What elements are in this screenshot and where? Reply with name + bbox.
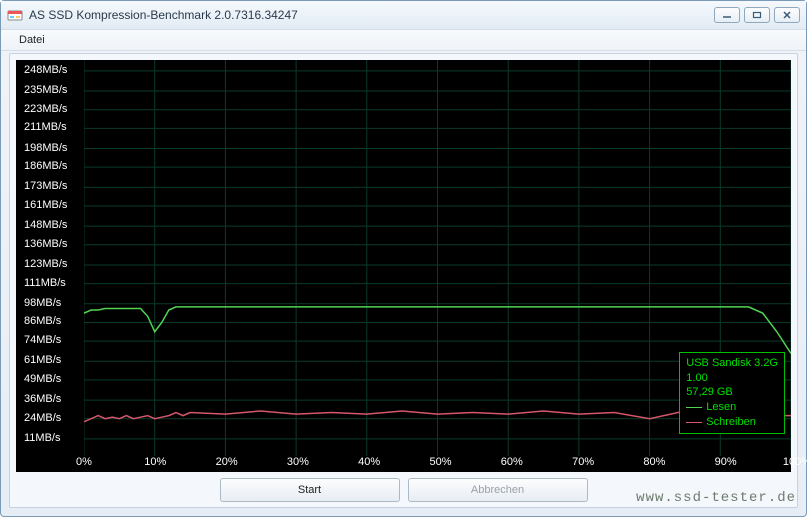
menu-datei[interactable]: Datei: [11, 32, 53, 48]
y-tick-label: 36MB/s: [24, 393, 61, 405]
y-tick-label: 136MB/s: [24, 238, 67, 250]
y-tick-label: 211MB/s: [24, 121, 67, 133]
app-window: AS SSD Kompression-Benchmark 2.0.7316.34…: [0, 0, 807, 517]
minimize-icon: [722, 11, 732, 19]
x-tick-label: 80%: [643, 456, 665, 468]
window-controls: [714, 7, 800, 23]
x-tick-label: 90%: [715, 456, 737, 468]
y-tick-label: 111MB/s: [24, 277, 66, 289]
y-tick-label: 86MB/s: [24, 315, 61, 327]
minimize-button[interactable]: [714, 7, 740, 23]
menubar: Datei: [1, 29, 806, 51]
titlebar: AS SSD Kompression-Benchmark 2.0.7316.34…: [1, 1, 806, 29]
close-button[interactable]: [774, 7, 800, 23]
y-tick-label: 173MB/s: [24, 180, 67, 192]
x-tick-label: 40%: [358, 456, 380, 468]
y-axis: 248MB/s 235MB/s 223MB/s 211MB/s 198MB/s 186MB…: [16, 60, 84, 456]
legend-write: Schreiben: [686, 415, 778, 430]
y-tick-label: 198MB/s: [24, 142, 67, 154]
legend-box: USB Sandisk 3.2G 1.00 57,29 GB Lesen Sch…: [679, 352, 785, 434]
x-tick-label: 30%: [287, 456, 309, 468]
y-tick-label: 123MB/s: [24, 258, 67, 270]
x-tick-label: 100%: [783, 456, 807, 468]
x-tick-label: 0%: [76, 456, 92, 468]
maximize-icon: [752, 11, 762, 19]
y-tick-label: 148MB/s: [24, 219, 67, 231]
close-icon: [782, 11, 792, 19]
legend-read-label: Lesen: [706, 401, 736, 413]
content-panel: 248MB/s 235MB/s 223MB/s 211MB/s 198MB/s 186MB…: [9, 53, 798, 508]
x-tick-label: 70%: [572, 456, 594, 468]
legend-size: 57,29 GB: [686, 385, 778, 400]
maximize-button[interactable]: [744, 7, 770, 23]
y-tick-label: 186MB/s: [24, 160, 67, 172]
y-tick-label: 61MB/s: [24, 354, 61, 366]
y-tick-label: 11MB/s: [24, 432, 60, 444]
x-tick-label: 20%: [216, 456, 238, 468]
y-tick-label: 161MB/s: [24, 199, 67, 211]
y-tick-label: 74MB/s: [24, 334, 61, 346]
legend-device: USB Sandisk 3.2G: [686, 356, 778, 371]
start-button[interactable]: Start: [220, 478, 400, 502]
window-title: AS SSD Kompression-Benchmark 2.0.7316.34…: [29, 8, 714, 22]
read-swatch: [686, 407, 702, 408]
x-tick-label: 50%: [429, 456, 451, 468]
y-tick-label: 98MB/s: [24, 297, 61, 309]
x-tick-label: 10%: [144, 456, 166, 468]
watermark: www.ssd-tester.de: [636, 490, 796, 506]
y-tick-label: 248MB/s: [24, 64, 67, 76]
plot-area: USB Sandisk 3.2G 1.00 57,29 GB Lesen Sch…: [84, 60, 791, 456]
y-tick-label: 235MB/s: [24, 84, 67, 96]
legend-read: Lesen: [686, 400, 778, 415]
legend-write-label: Schreiben: [706, 416, 756, 428]
legend-fw: 1.00: [686, 371, 778, 386]
chart: 248MB/s 235MB/s 223MB/s 211MB/s 198MB/s 186MB…: [16, 60, 791, 472]
abort-button[interactable]: Abbrechen: [408, 478, 588, 502]
y-tick-label: 49MB/s: [24, 373, 61, 385]
y-tick-label: 24MB/s: [24, 412, 61, 424]
write-swatch: [686, 422, 702, 423]
x-axis: 0%10%20%30%40%50%60%70%80%90%100%: [84, 456, 791, 472]
x-tick-label: 60%: [501, 456, 523, 468]
app-icon: [7, 7, 23, 23]
y-tick-label: 223MB/s: [24, 103, 67, 115]
